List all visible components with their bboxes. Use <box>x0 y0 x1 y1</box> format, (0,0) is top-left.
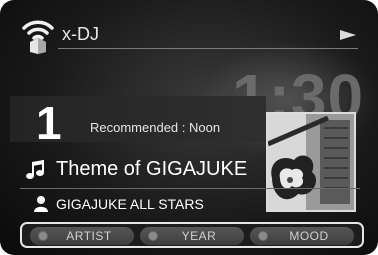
app-title: x-DJ <box>62 24 99 44</box>
artist-button-label: ARTIST <box>66 229 112 243</box>
mood-button-label: MOOD <box>289 229 329 243</box>
header-bar: x-DJ <box>0 0 378 64</box>
track-divider <box>20 188 360 189</box>
album-art[interactable] <box>266 112 356 212</box>
sort-selector: ARTIST YEAR MOOD <box>20 222 364 248</box>
radio-dot-icon <box>38 231 48 241</box>
play-triangle-icon[interactable] <box>340 30 356 40</box>
artist-name: GIGAJUKE ALL STARS <box>56 196 204 212</box>
radio-dot-icon <box>258 231 268 241</box>
header-divider <box>58 48 358 49</box>
person-icon <box>34 196 48 212</box>
music-note-icon <box>26 160 44 179</box>
track-title: Theme of GIGAJUKE <box>56 158 248 180</box>
recommendation-text: Recommended : Noon <box>90 120 221 135</box>
electric-guitar-image <box>268 114 354 210</box>
year-button[interactable]: YEAR <box>140 227 244 245</box>
year-button-label: YEAR <box>181 229 217 243</box>
wifi-speaker-icon <box>22 20 54 54</box>
mood-button[interactable]: MOOD <box>250 227 354 245</box>
radio-dot-icon <box>148 231 158 241</box>
player-screen: x-DJ 1:30 1 Recommended : Noon Theme of … <box>0 0 378 255</box>
rank-number: 1 <box>36 97 62 149</box>
artist-button[interactable]: ARTIST <box>30 227 134 245</box>
